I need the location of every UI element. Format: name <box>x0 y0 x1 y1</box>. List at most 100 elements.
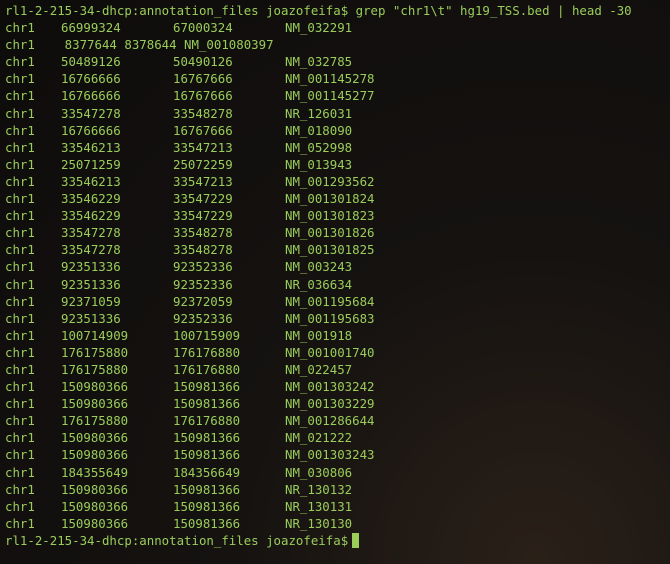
chrom-cell: chr1 <box>5 498 35 514</box>
start-cell: 92351336 <box>61 259 121 275</box>
output-row: chr1 92371059 92372059 NM_001195684 <box>5 293 670 310</box>
gene-id-cell: NM_001301823 <box>285 208 375 224</box>
start-cell: 92351336 <box>61 310 121 326</box>
output-row: chr1 150980366 150981366 NR_130131 <box>5 498 670 515</box>
chrom-cell: chr1 <box>5 71 35 87</box>
output-row: chr1 92351336 92352336 NR_036634 <box>5 276 670 293</box>
text-cursor <box>352 532 360 548</box>
gene-id-cell: NM_030806 <box>285 464 353 480</box>
end-cell: 100715909 <box>173 327 241 343</box>
gene-id-cell: NR_130131 <box>285 498 353 514</box>
end-cell: 176176880 <box>173 344 241 360</box>
command-line: rl1-2-215-34-dhcp:annotation_files joazo… <box>5 3 632 18</box>
output-row: chr1 92351336 92352336 NM_001195683 <box>5 310 670 327</box>
end-cell: 176176880 <box>173 361 241 377</box>
chrom-cell: chr1 <box>5 156 35 172</box>
chrom-cell: chr1 <box>5 88 35 104</box>
gene-id-cell: NM_001286644 <box>285 413 375 429</box>
end-cell: 16767666 <box>173 122 233 138</box>
end-cell: 33547229 <box>173 191 233 207</box>
output-row: chr1 184355649 184356649 NM_030806 <box>5 464 670 481</box>
chrom-cell: chr1 <box>5 191 35 207</box>
gene-id-cell: NM_001303243 <box>285 447 375 463</box>
output-row: chr1 33546213 33547213 NM_001293562 <box>5 173 670 190</box>
prompt-text: rl1-2-215-34-dhcp:annotation_files joazo… <box>5 532 349 548</box>
end-cell: 25072259 <box>173 156 233 172</box>
start-cell: 16766666 <box>61 122 121 138</box>
chrom-cell: chr1 <box>5 379 35 395</box>
gene-id-cell: NR_130130 <box>285 515 353 531</box>
prompt-line[interactable]: rl1-2-215-34-dhcp:annotation_files joazo… <box>5 532 670 549</box>
start-cell: 176175880 <box>61 361 129 377</box>
start-cell: 150980366 <box>61 498 129 514</box>
start-cell: 33546229 <box>61 191 121 207</box>
chrom-cell: chr1 <box>5 173 35 189</box>
start-cell: 92371059 <box>61 293 121 309</box>
start-cell: 25071259 <box>61 156 121 172</box>
start-cell: 33546229 <box>61 208 121 224</box>
chrom-cell: chr1 <box>5 344 35 360</box>
output-row: chr1 176175880 176176880 NM_022457 <box>5 361 670 378</box>
gene-id-cell: NM_001918 <box>285 327 353 343</box>
chrom-cell: chr1 <box>5 105 35 121</box>
gene-id-cell: NM_013943 <box>285 156 353 172</box>
gene-id-cell: NM_001303229 <box>285 396 375 412</box>
output-row: chr1 16766666 16767666 NM_001145278 <box>5 70 670 87</box>
output-row: chr1 33546213 33547213 NM_052998 <box>5 139 670 156</box>
gene-id-cell: NM_001145277 <box>285 88 375 104</box>
end-cell: 150981366 <box>173 430 241 446</box>
chrom-cell: chr1 <box>5 122 35 138</box>
gene-id-cell: NM_001301824 <box>285 191 375 207</box>
chrom-cell: chr1 <box>5 515 35 531</box>
chrom-cell: chr1 <box>5 361 35 377</box>
end-cell: 150981366 <box>173 396 241 412</box>
gene-id-cell: NM_018090 <box>285 122 353 138</box>
chrom-cell: chr1 <box>5 20 35 36</box>
output-row: chr1 66999324 67000324 NM_032291 <box>5 19 670 36</box>
chrom-cell: chr1 <box>5 293 35 309</box>
terminal-window[interactable]: rl1-2-215-34-dhcp:annotation_files joazo… <box>0 0 670 564</box>
output-row: chr1 150980366 150981366 NR_130130 <box>5 515 670 532</box>
output-rows: chr1 66999324 67000324 NM_032291 chr1 837764… <box>5 19 670 532</box>
gene-id-cell: NM_001293562 <box>285 173 375 189</box>
start-cell: 100714909 <box>61 327 129 343</box>
start-cell: 33546213 <box>61 173 121 189</box>
output-row: chr1 150980366 150981366 NR_130132 <box>5 481 670 498</box>
output-row: chr1 8377644 8378644 NM_001080397 <box>5 37 274 53</box>
output-row: chr1 176175880 176176880 NM_001286644 <box>5 412 670 429</box>
end-cell: 33548278 <box>173 242 233 258</box>
chrom-cell: chr1 <box>5 259 35 275</box>
output-row: chr1 16766666 16767666 NM_018090 <box>5 122 670 139</box>
output-row: chr1 33546229 33547229 NM_001301824 <box>5 190 670 207</box>
gene-id-cell: NR_130132 <box>285 481 353 497</box>
end-cell: 176176880 <box>173 413 241 429</box>
end-cell: 33547213 <box>173 173 233 189</box>
end-cell: 92352336 <box>173 310 233 326</box>
gene-id-cell: NM_021222 <box>285 430 353 446</box>
gene-id-cell: NM_001001740 <box>285 344 375 360</box>
gene-id-cell: NR_126031 <box>285 105 353 121</box>
start-cell: 33546213 <box>61 139 121 155</box>
gene-id-cell: NM_001195683 <box>285 310 375 326</box>
end-cell: 33548278 <box>173 225 233 241</box>
output-row: chr1 150980366 150981366 NM_001303243 <box>5 446 670 463</box>
end-cell: 92352336 <box>173 276 233 292</box>
start-cell: 150980366 <box>61 396 129 412</box>
end-cell: 150981366 <box>173 498 241 514</box>
end-cell: 150981366 <box>173 447 241 463</box>
gene-id-cell: NM_032785 <box>285 54 353 70</box>
end-cell: 67000324 <box>173 20 233 36</box>
chrom-cell: chr1 <box>5 139 35 155</box>
end-cell: 92372059 <box>173 293 233 309</box>
output-row: chr1 33546229 33547229 NM_001301823 <box>5 207 670 224</box>
end-cell: 150981366 <box>173 515 241 531</box>
chrom-cell: chr1 <box>5 225 35 241</box>
chrom-cell: chr1 <box>5 396 35 412</box>
start-cell: 50489126 <box>61 54 121 70</box>
start-cell: 176175880 <box>61 344 129 360</box>
end-cell: 16767666 <box>173 71 233 87</box>
chrom-cell: chr1 <box>5 310 35 326</box>
start-cell: 33547278 <box>61 105 121 121</box>
chrom-cell: chr1 <box>5 413 35 429</box>
end-cell: 92352336 <box>173 259 233 275</box>
